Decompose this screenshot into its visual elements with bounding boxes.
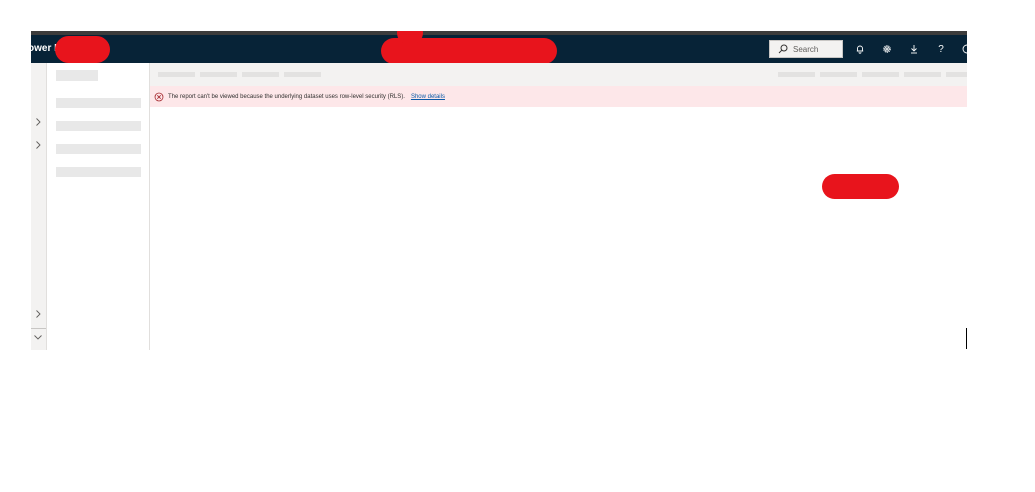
- toolbar-placeholder: [904, 72, 941, 77]
- account-icon[interactable]: [960, 42, 967, 56]
- report-canvas: The report can't be viewed because the u…: [150, 63, 967, 350]
- nav-placeholder-item: [56, 167, 141, 177]
- toolbar-placeholder: [778, 72, 815, 77]
- nav-placeholder-item: [56, 144, 141, 154]
- chevron-right-icon[interactable]: [33, 306, 43, 318]
- help-icon[interactable]: ?: [934, 42, 948, 56]
- error-notification-bar: The report can't be viewed because the u…: [150, 86, 967, 107]
- search-icon: [778, 44, 788, 54]
- error-circle-icon: [154, 92, 164, 102]
- nav-placeholder-header: [56, 70, 98, 81]
- left-rail: [31, 63, 47, 350]
- nav-placeholder-item: [56, 121, 141, 131]
- error-message: The report can't be viewed because the u…: [168, 93, 405, 100]
- redaction-mark-canvas: [822, 174, 899, 199]
- toolbar-placeholder: [158, 72, 195, 77]
- report-toolbar: [150, 63, 967, 86]
- toolbar-placeholder: [242, 72, 279, 77]
- toolbar-placeholder: [862, 72, 899, 77]
- chevron-right-icon[interactable]: [33, 137, 43, 149]
- search-input[interactable]: Search: [769, 40, 843, 58]
- power-bi-window: ower B Search ? The report can't be view…: [31, 31, 967, 350]
- download-icon[interactable]: [907, 42, 921, 56]
- toolbar-placeholder: [284, 72, 321, 77]
- top-bar: ower B Search ?: [31, 31, 967, 64]
- toolbar-placeholder: [820, 72, 857, 77]
- gear-icon[interactable]: [880, 42, 894, 56]
- bell-icon[interactable]: [853, 42, 867, 56]
- text-cursor: [966, 328, 967, 349]
- chevron-right-icon[interactable]: [33, 114, 43, 126]
- chevron-down-icon[interactable]: [33, 329, 43, 340]
- navigation-pane: [47, 63, 150, 350]
- show-details-link[interactable]: Show details: [411, 94, 445, 100]
- toolbar-placeholder: [200, 72, 237, 77]
- redaction-mark-brand: [55, 36, 110, 63]
- toolbar-placeholder: [946, 72, 967, 77]
- nav-placeholder-item: [56, 98, 141, 108]
- search-placeholder: Search: [793, 44, 819, 54]
